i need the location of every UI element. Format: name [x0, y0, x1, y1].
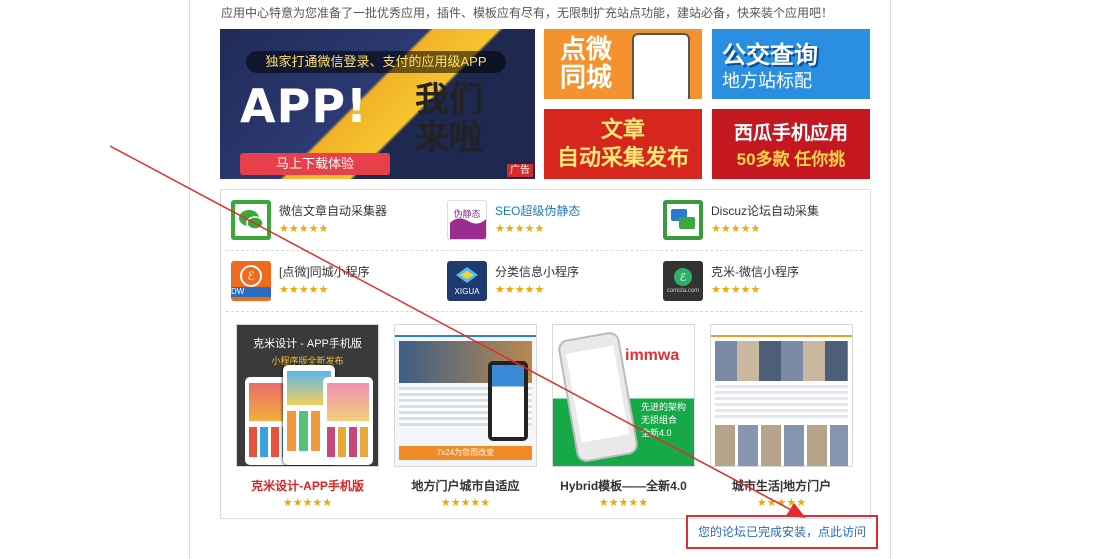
annotation-arrow-icon — [109, 145, 806, 518]
